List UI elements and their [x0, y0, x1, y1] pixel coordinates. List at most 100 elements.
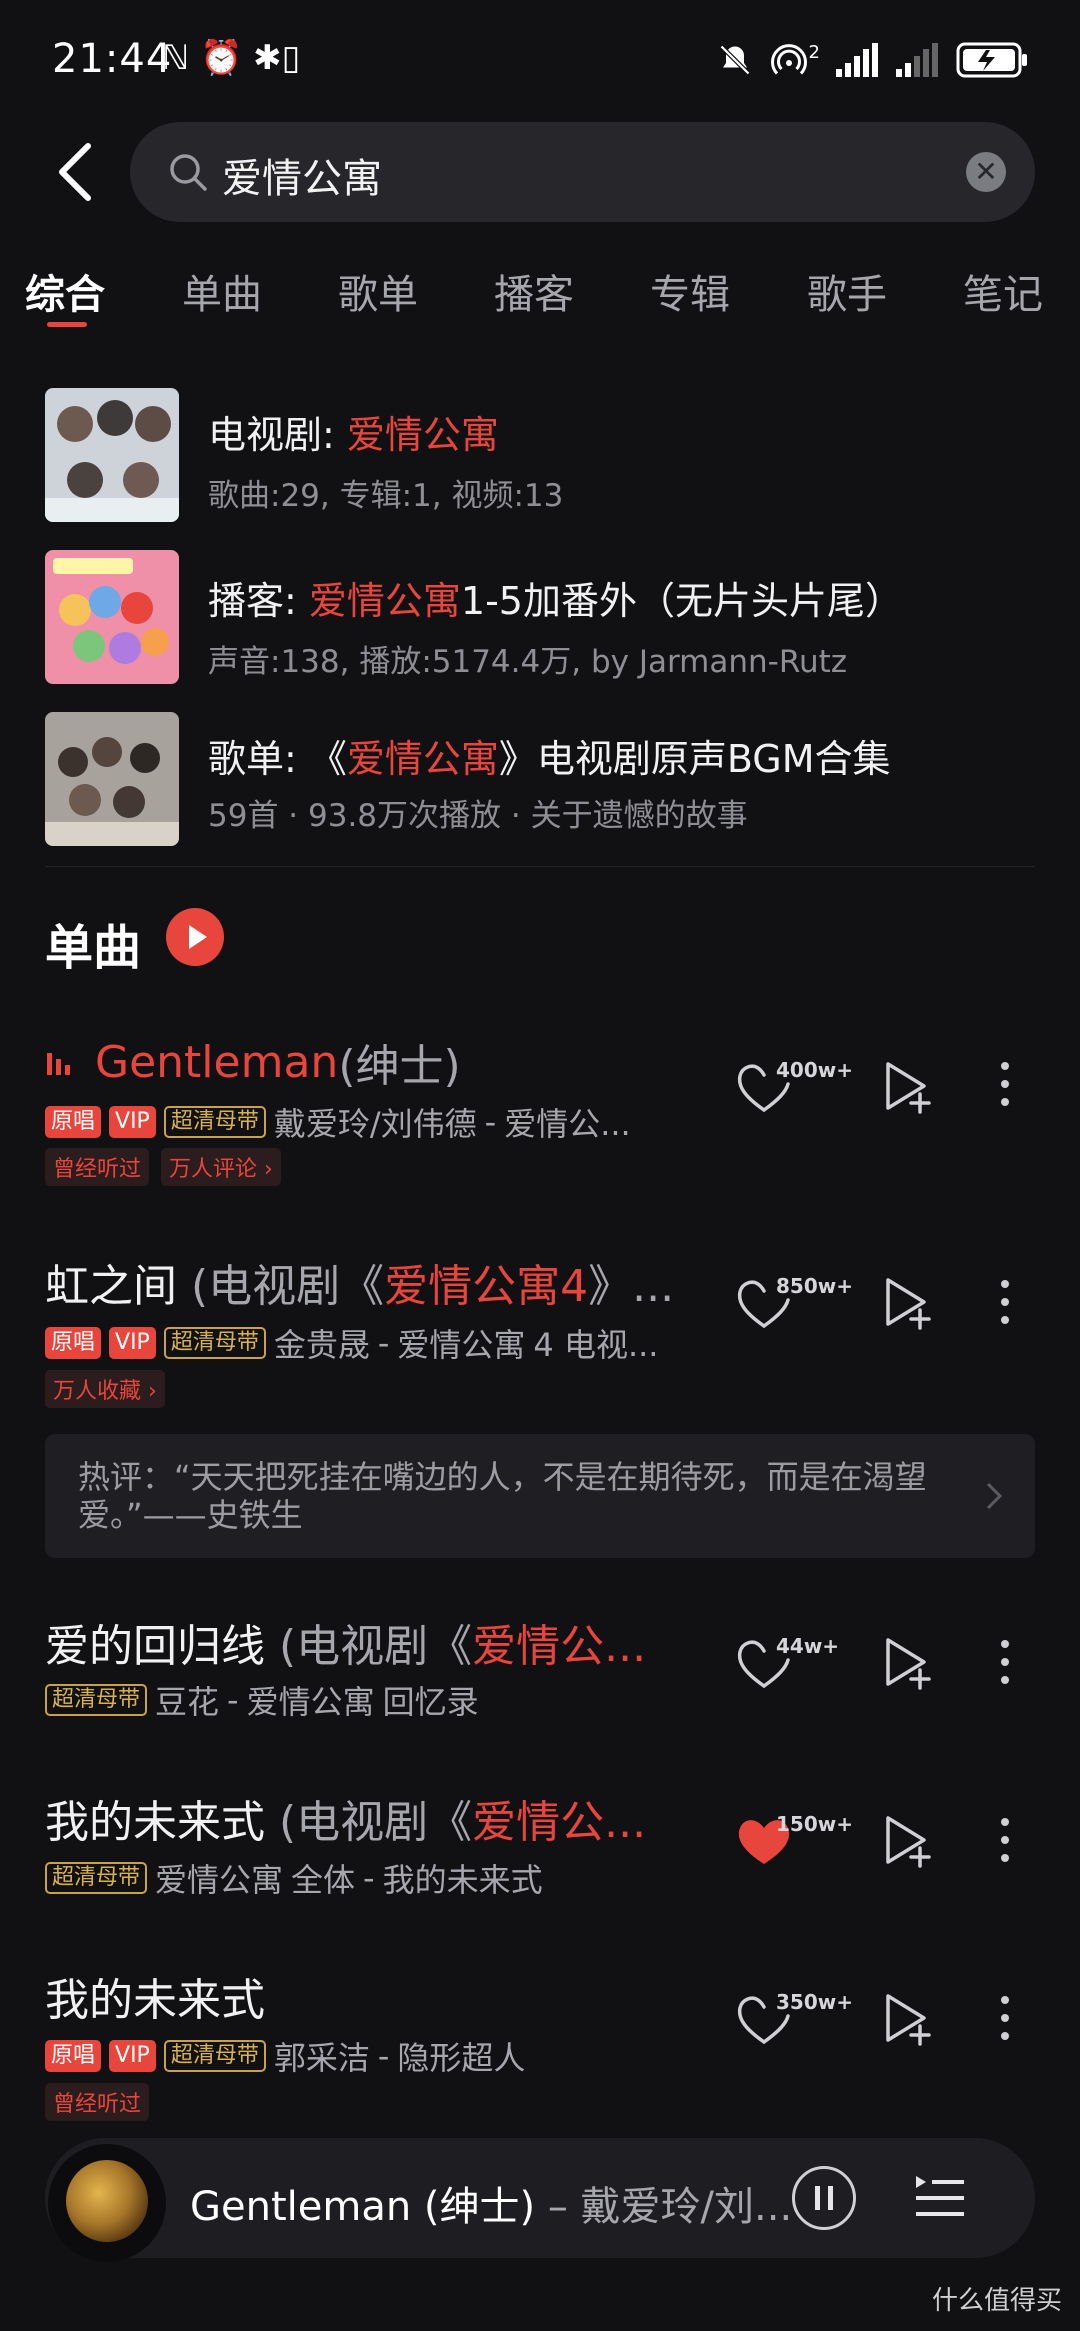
- song-artist: 戴爱玲/刘伟德: [273, 1105, 477, 1143]
- add-to-queue-icon[interactable]: [880, 1634, 936, 1690]
- song-1-meta: 原唱 VIP 超清母带 戴爱玲/刘伟德 - 爱情公...: [45, 1099, 631, 1145]
- like-button[interactable]: 850w+: [734, 1274, 853, 1334]
- listened-before-pill: 曾经听过: [45, 2083, 150, 2121]
- tab-all[interactable]: 综合: [25, 262, 105, 320]
- add-to-queue-icon[interactable]: [880, 1990, 936, 2046]
- signal-2-icon: [896, 43, 938, 77]
- add-to-queue-icon[interactable]: [880, 1812, 936, 1868]
- song-row-4-title[interactable]: 我的未来式 (电视剧《爱情公...: [45, 1786, 646, 1850]
- tab-playlists[interactable]: 歌单: [338, 262, 418, 320]
- add-to-queue-icon[interactable]: [880, 1274, 936, 1330]
- tab-artists[interactable]: 歌手: [807, 262, 887, 320]
- song-album: 爱情公...: [504, 1105, 631, 1143]
- hq-master-tag: 超清母带: [45, 1684, 148, 1716]
- favorites-pill[interactable]: 万人收藏 ›: [45, 1370, 165, 1408]
- like-button[interactable]: 44w+: [734, 1634, 839, 1694]
- tab-albums[interactable]: 专辑: [650, 262, 730, 320]
- result-podcast-title[interactable]: 播客: 爱情公寓1-5加番外（无片头片尾）: [208, 570, 903, 625]
- original-tag: 原唱: [45, 1106, 102, 1138]
- now-playing-title: Gentleman (绅士): [190, 2184, 536, 2230]
- signal-icon: [836, 43, 878, 77]
- song-title: Gentleman (绅士): [45, 1030, 461, 1094]
- song-3-meta: 超清母带 豆花 - 爱情公寓 回忆录: [45, 1677, 479, 1723]
- podcast-cover[interactable]: [45, 550, 179, 684]
- song-2-meta: 原唱 VIP 超清母带 金贵晟 - 爱情公寓 4 电视...: [45, 1320, 658, 1366]
- song-album: 隐形超人: [397, 2039, 526, 2077]
- active-tab-indicator: [47, 322, 87, 327]
- status-right-icons: 2: [717, 38, 1028, 82]
- song-1-pills: 曾经听过 万人评论 ›: [45, 1148, 281, 1186]
- more-options-icon[interactable]: [999, 1816, 1011, 1864]
- song-artist: 爱情公寓: [155, 1861, 284, 1899]
- like-button[interactable]: 400w+: [734, 1058, 853, 1118]
- tab-notes[interactable]: 笔记: [963, 262, 1043, 320]
- now-playing-icon: [47, 1053, 70, 1075]
- result-playlist-title[interactable]: 歌单: 《爱情公寓》电视剧原声BGM合集: [208, 728, 891, 783]
- battery-charging-icon: [956, 42, 1027, 78]
- clear-search-button[interactable]: ✕: [966, 152, 1006, 192]
- hq-master-tag: 超清母带: [163, 2040, 266, 2072]
- now-playing-text[interactable]: Gentleman (绅士) – 戴爱玲/刘...: [190, 2174, 792, 2232]
- song-artist: 金贵晟: [273, 1326, 370, 1364]
- pause-button[interactable]: [792, 2166, 856, 2230]
- more-options-icon[interactable]: [999, 1278, 1011, 1326]
- like-button[interactable]: 350w+: [734, 1990, 853, 2050]
- song-album: 爱情公寓: [397, 1326, 526, 1364]
- add-to-queue-icon[interactable]: [880, 1058, 936, 1114]
- play-all-button[interactable]: [166, 908, 224, 966]
- original-tag: 原唱: [45, 2040, 102, 2072]
- tv-series-cover[interactable]: [45, 388, 179, 522]
- hq-master-tag: 超清母带: [163, 1327, 266, 1359]
- back-arrow-icon[interactable]: [52, 140, 100, 204]
- divider: [45, 866, 1035, 867]
- hot-comment-text: 热评：“天天把死挂在嘴边的人，不是在期待死，而是在渴望爱。”——史铁生: [78, 1458, 927, 1534]
- song-row-2-title[interactable]: 虹之间 (电视剧《爱情公寓4》...: [45, 1250, 674, 1314]
- result-playlist-meta: 59首 · 93.8万次播放 · 关于遗憾的故事: [208, 798, 748, 834]
- listened-before-pill: 曾经听过: [45, 1148, 150, 1186]
- vip-tag: VIP: [109, 1327, 156, 1359]
- watermark: 什么值得买: [931, 2286, 1062, 2316]
- vip-tag: VIP: [109, 2040, 156, 2072]
- status-time: 21:44: [52, 36, 173, 82]
- status-left-icons: ℕ ⏰ ✱▯: [162, 38, 300, 78]
- song-4-meta: 超清母带 爱情公寓 全体 - 我的未来式: [45, 1855, 543, 1901]
- status-indicator-icons: ℕ ⏰ ✱▯: [162, 38, 301, 78]
- now-playing-artist: – 戴爱玲/刘...: [535, 2184, 793, 2230]
- song-row-5-title[interactable]: 我的未来式: [45, 1964, 265, 2028]
- tab-bar: 综合 单曲 歌单 播客 专辑 歌手 笔记: [0, 262, 1080, 332]
- original-tag: 原唱: [45, 1327, 102, 1359]
- chevron-right-icon: [986, 1482, 1003, 1510]
- more-options-icon[interactable]: [999, 1060, 1011, 1108]
- playlist-cover[interactable]: [45, 712, 179, 846]
- vip-tag: VIP: [109, 1106, 156, 1138]
- result-tv-title[interactable]: 电视剧: 爱情公寓: [208, 404, 499, 459]
- pause-icon: [815, 2186, 833, 2210]
- song-2-pills: 万人收藏 ›: [45, 1370, 165, 1408]
- hq-master-tag: 超清母带: [163, 1106, 266, 1138]
- album-art: [66, 2160, 148, 2242]
- play-icon: [189, 925, 207, 949]
- section-title-songs: 单曲: [45, 920, 142, 976]
- more-options-icon[interactable]: [999, 1994, 1011, 2042]
- song-artist: 郭采洁: [273, 2039, 370, 2077]
- hq-master-tag: 超清母带: [45, 1862, 148, 1894]
- song-album: 我的未来式: [382, 1861, 543, 1899]
- like-button[interactable]: 150w+: [734, 1812, 853, 1872]
- song-5-meta: 原唱 VIP 超清母带 郭采洁 - 隐形超人: [45, 2033, 525, 2079]
- song-row-1[interactable]: Gentleman (绅士): [45, 1030, 461, 1094]
- song-artist: 豆花: [155, 1683, 220, 1721]
- playlist-icon[interactable]: [912, 2172, 966, 2222]
- hotspot-icon: 2: [769, 42, 820, 78]
- search-input[interactable]: 爱情公寓: [222, 146, 382, 204]
- search-icon: [170, 154, 207, 191]
- comments-pill[interactable]: 万人评论 ›: [161, 1148, 281, 1186]
- tab-podcasts[interactable]: 播客: [494, 262, 574, 320]
- tab-songs[interactable]: 单曲: [182, 262, 262, 320]
- song-album: 爱情公寓: [246, 1683, 375, 1721]
- result-podcast-meta: 声音:138, 播放:5174.4万, by Jarmann-Rutz: [208, 644, 848, 680]
- result-tv-meta: 歌曲:29, 专辑:1, 视频:13: [208, 478, 564, 514]
- song-row-3-title[interactable]: 爱的回归线 (电视剧《爱情公...: [45, 1610, 646, 1674]
- mute-bell-icon: [719, 44, 750, 76]
- more-options-icon[interactable]: [999, 1638, 1011, 1686]
- song-5-pills: 曾经听过: [45, 2083, 150, 2121]
